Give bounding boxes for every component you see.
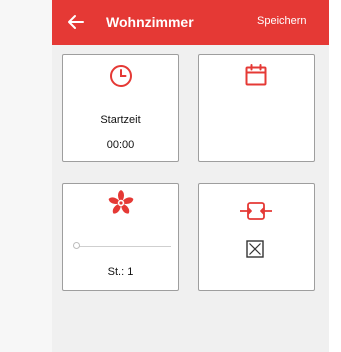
- fan-level-label: St.: 1: [107, 266, 134, 278]
- start-time-label: Startzeit: [100, 114, 141, 126]
- calendar-tile[interactable]: [198, 54, 315, 162]
- clock-icon: [110, 65, 132, 87]
- fan-slider-thumb[interactable]: [73, 242, 80, 249]
- fan-slider-track[interactable]: [79, 246, 171, 247]
- start-time-value: 00:00: [106, 139, 135, 151]
- mode-tile[interactable]: [198, 183, 315, 291]
- compress-icon: [240, 202, 272, 220]
- calendar-icon: [245, 64, 267, 86]
- app-bar: Wohnzimmer Speichern: [52, 0, 329, 45]
- x-box-icon[interactable]: [246, 240, 264, 258]
- fan-icon: [108, 190, 134, 214]
- left-margin: [0, 0, 52, 352]
- fan-tile[interactable]: St.: 1: [62, 183, 179, 291]
- app-screen: Wohnzimmer Speichern Startzeit 00:00 St.…: [52, 0, 329, 352]
- save-button[interactable]: Speichern: [257, 15, 307, 27]
- arrow-left-icon[interactable]: [64, 10, 88, 34]
- right-margin: [329, 0, 341, 352]
- start-time-tile[interactable]: Startzeit 00:00: [62, 54, 179, 162]
- page-title: Wohnzimmer: [106, 14, 194, 30]
